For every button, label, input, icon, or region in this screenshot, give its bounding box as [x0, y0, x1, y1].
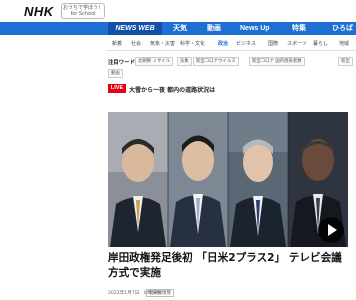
- category-sports[interactable]: スポーツ: [287, 40, 307, 47]
- keyword-chip[interactable]: 新型: [338, 57, 353, 66]
- live-badge: LIVE: [108, 84, 126, 93]
- nhk-logo[interactable]: NHK: [24, 4, 54, 19]
- category-living[interactable]: 暮らし: [313, 40, 328, 47]
- nav-item-news-web[interactable]: NEWS WEB: [108, 22, 162, 35]
- school-link-line2: for School: [70, 11, 96, 17]
- nav-item-features[interactable]: 特集: [292, 22, 306, 35]
- live-headline[interactable]: 大雪から一夜 都内の道路状況は: [129, 85, 215, 94]
- category-society[interactable]: 社会: [131, 40, 141, 47]
- category-bar: 新着 社会 気象・災害 科学・文化 政治 ビジネス 国際 スポーツ 暮らし 地域: [106, 38, 356, 51]
- category-business[interactable]: ビジネス: [236, 40, 256, 47]
- article-headline[interactable]: 岸田政権発足後初 「日米2プラス2」 テレビ会議方式で実施: [108, 251, 352, 281]
- keyword-chip[interactable]: 新型コロナウイルス: [193, 57, 239, 66]
- article-tag[interactable]: 北朝鮮情勢: [146, 289, 174, 297]
- keyword-chip[interactable]: 動画: [108, 69, 123, 78]
- site-header: NHK おうちで学ぼう！ for School: [0, 0, 356, 22]
- school-link-button[interactable]: おうちで学ぼう！ for School: [61, 3, 105, 19]
- keyword-chip[interactable]: 新型コロナ 国内感染者数: [249, 57, 305, 66]
- keyword-chip[interactable]: 気象: [177, 57, 192, 66]
- nav-item-weather[interactable]: 天気: [173, 22, 187, 35]
- nav-item-hiroba[interactable]: ひろば: [332, 22, 353, 35]
- main-nav: NEWS WEB 天気 動画 News Up 特集 ひろば: [0, 22, 356, 35]
- category-science-culture[interactable]: 科学・文化: [180, 40, 205, 47]
- keywords-label: 注目ワード: [108, 60, 135, 66]
- category-international[interactable]: 国際: [268, 40, 278, 47]
- category-weather-disaster[interactable]: 気象・災害: [150, 40, 175, 47]
- nav-item-video[interactable]: 動画: [207, 22, 221, 35]
- play-icon[interactable]: [318, 217, 344, 243]
- nav-item-news-up[interactable]: News Up: [240, 22, 270, 35]
- category-region[interactable]: 地域: [339, 40, 349, 47]
- keyword-chip[interactable]: 北朝鮮 ミサイル: [135, 57, 174, 66]
- article-hero-image[interactable]: [108, 112, 348, 247]
- category-politics[interactable]: 政治: [218, 40, 228, 47]
- category-new[interactable]: 新着: [112, 40, 122, 47]
- four-portraits-photo: [108, 112, 348, 247]
